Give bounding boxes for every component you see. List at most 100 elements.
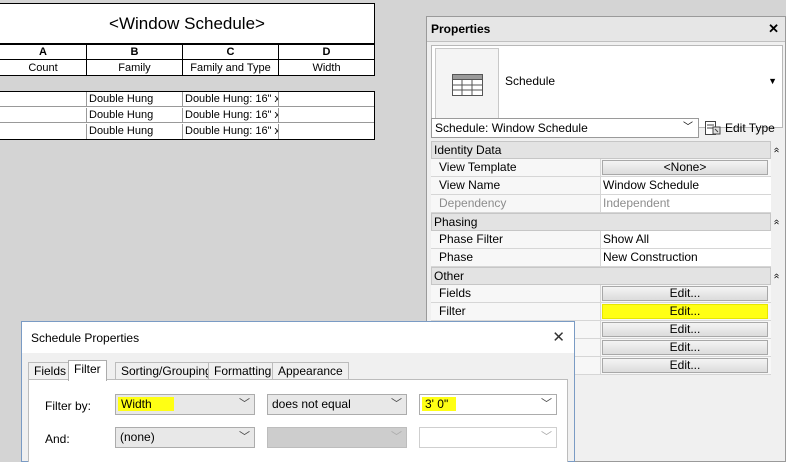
schedule-title: <Window Schedule>	[0, 3, 375, 44]
property-name: Phase Filter	[431, 231, 601, 248]
filter-panel: Filter by: Width ﹀ does not equal ﹀ 3' 0…	[28, 379, 568, 462]
property-name: Fields	[431, 285, 601, 302]
filter-edit-button[interactable]: Edit...	[602, 304, 768, 319]
cell-family-type[interactable]: Double Hung: 16" x 1' - 4"	[183, 124, 279, 139]
dependency-value: Independent	[601, 195, 771, 212]
tab-formatting[interactable]: Formatting	[208, 362, 278, 380]
edit-type-label: Edit Type	[725, 121, 775, 135]
and-label: And:	[45, 432, 70, 446]
filter-field-select[interactable]: Width ﹀	[115, 394, 255, 415]
column-letter: C	[183, 45, 278, 60]
cell-family-type[interactable]: Double Hung: 16" x 1' - 4"	[183, 108, 279, 123]
formatting-edit-button[interactable]: Edit...	[602, 340, 768, 355]
cell-width[interactable]	[279, 108, 374, 123]
phase-filter-value[interactable]: Show All	[601, 231, 771, 248]
column-name: Family	[118, 62, 151, 74]
group-label: Phasing	[434, 215, 478, 229]
close-icon[interactable]: ✕	[552, 328, 565, 346]
property-dependency: Dependency Independent	[431, 195, 771, 213]
filter-value-text: 3' 0"	[422, 397, 457, 411]
column-d[interactable]: D Width	[279, 45, 374, 75]
property-name: View Template	[431, 159, 601, 176]
group-phasing[interactable]: Phasing »	[431, 213, 782, 231]
sorting-edit-button[interactable]: Edit...	[602, 322, 768, 337]
chevron-down-icon: ﹀	[239, 398, 250, 410]
filter-by-label: Filter by:	[45, 399, 92, 413]
collapse-icon[interactable]: »	[769, 273, 785, 279]
and-field-value: (none)	[120, 430, 155, 444]
dialog-title: Schedule Properties	[31, 331, 140, 345]
cell-width[interactable]	[279, 92, 374, 107]
property-phase[interactable]: Phase New Construction	[431, 249, 771, 267]
property-name: View Name	[431, 177, 601, 194]
edit-type-button[interactable]: Edit Type	[704, 118, 784, 138]
table-row[interactable]: Double Hung Double Hung: 16" x 1' - 4"	[0, 124, 374, 139]
chevron-down-icon: ﹀	[391, 431, 402, 443]
property-fields[interactable]: Fields Edit...	[431, 285, 771, 303]
property-view-template[interactable]: View Template <None>	[431, 159, 771, 177]
property-name: Filter	[431, 303, 601, 320]
chevron-down-icon[interactable]: ﹀	[683, 119, 693, 137]
appearance-edit-button[interactable]: Edit...	[602, 358, 768, 373]
instance-selector-value: Schedule: Window Schedule	[435, 121, 588, 135]
schedule-properties-dialog: Schedule Properties ✕ Fields Filter Sort…	[21, 321, 575, 462]
schedule-body: Double Hung Double Hung: 16" x 1' - 4" D…	[0, 91, 375, 140]
and-field-select[interactable]: (none) ﹀	[115, 427, 255, 448]
cell-count[interactable]	[0, 124, 87, 139]
view-template-button[interactable]: <None>	[602, 160, 768, 175]
view-name-value[interactable]: Window Schedule	[601, 177, 771, 194]
collapse-icon[interactable]: »	[769, 219, 785, 225]
column-name: Width	[312, 62, 341, 74]
property-view-name[interactable]: View Name Window Schedule	[431, 177, 771, 195]
tab-fields[interactable]: Fields	[28, 362, 73, 380]
schedule-table-icon	[452, 74, 483, 96]
filter-condition-value: does not equal	[272, 397, 351, 411]
and-condition-select: ﹀	[267, 427, 407, 448]
group-label: Other	[434, 269, 465, 283]
cell-count[interactable]	[0, 92, 87, 107]
column-name: Family and Type	[190, 62, 271, 74]
column-b[interactable]: B Family	[87, 45, 183, 75]
phase-value[interactable]: New Construction	[601, 249, 771, 266]
group-label: Identity Data	[434, 143, 502, 157]
type-thumbnail	[435, 48, 499, 124]
cell-family-type[interactable]: Double Hung: 16" x 1' - 4"	[183, 92, 279, 107]
dropdown-arrow-icon[interactable]: ▼	[768, 76, 777, 86]
property-phase-filter[interactable]: Phase Filter Show All	[431, 231, 771, 249]
column-c[interactable]: C Family and Type	[183, 45, 279, 75]
column-letter: A	[0, 45, 86, 60]
fields-edit-button[interactable]: Edit...	[602, 286, 768, 301]
cell-family[interactable]: Double Hung	[87, 92, 183, 107]
filter-value-input[interactable]: 3' 0" ﹀	[419, 394, 557, 415]
instance-selector[interactable]: Schedule: Window Schedule ﹀	[431, 118, 699, 138]
cell-width[interactable]	[279, 124, 374, 139]
column-a[interactable]: A Count	[0, 45, 87, 75]
tab-filter[interactable]: Filter	[68, 360, 107, 381]
collapse-icon[interactable]: »	[769, 147, 785, 153]
cell-family[interactable]: Double Hung	[87, 108, 183, 123]
group-other[interactable]: Other »	[431, 267, 782, 285]
table-row[interactable]: Double Hung Double Hung: 16" x 1' - 4"	[0, 108, 374, 123]
chevron-down-icon: ﹀	[541, 431, 552, 443]
properties-titlebar[interactable]: Properties ✕	[427, 17, 785, 42]
type-selector[interactable]: Schedule ▼	[431, 45, 783, 128]
schedule-header: A Count B Family C Family and Type D Wid…	[0, 44, 375, 76]
property-filter[interactable]: Filter Edit...	[431, 303, 771, 321]
cell-family[interactable]: Double Hung	[87, 124, 183, 139]
schedule-view: <Window Schedule> A Count B Family C Fam…	[0, 0, 375, 142]
tab-sorting-grouping[interactable]: Sorting/Grouping	[115, 362, 218, 380]
cell-count[interactable]	[0, 108, 87, 123]
tab-appearance[interactable]: Appearance	[272, 362, 349, 380]
property-name: Dependency	[431, 195, 601, 212]
chevron-down-icon: ﹀	[391, 398, 402, 410]
close-icon[interactable]: ✕	[768, 21, 779, 37]
chevron-down-icon: ﹀	[541, 398, 552, 410]
column-letter: D	[279, 45, 374, 60]
group-identity-data[interactable]: Identity Data »	[431, 141, 782, 159]
filter-field-value: Width	[118, 397, 174, 411]
table-row[interactable]: Double Hung Double Hung: 16" x 1' - 4"	[0, 92, 374, 107]
and-value-input: ﹀	[419, 427, 557, 448]
column-letter: B	[87, 45, 182, 60]
filter-condition-select[interactable]: does not equal ﹀	[267, 394, 407, 415]
dialog-titlebar[interactable]: Schedule Properties ✕	[22, 322, 574, 353]
